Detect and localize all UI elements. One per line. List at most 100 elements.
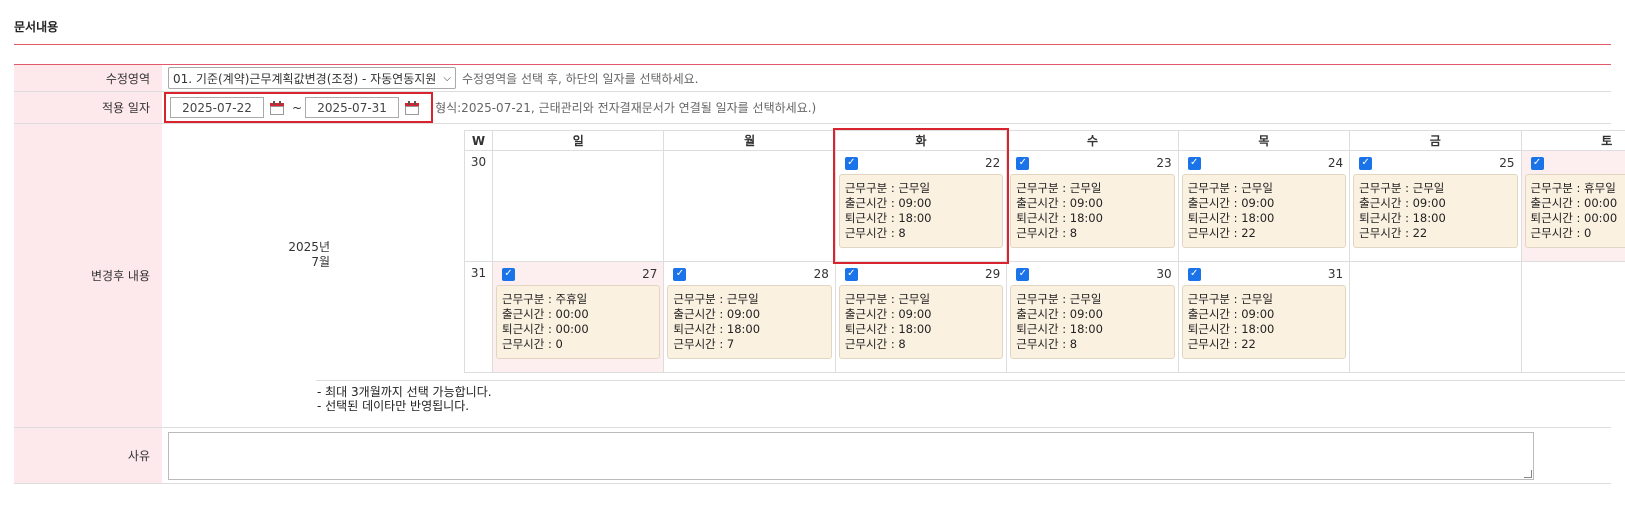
work-hours: 근무시간 : 22 [1359, 226, 1428, 240]
work-type: 근무구분 : 근무일 [673, 292, 759, 306]
mod-area-row: 수정영역 01. 기준(계약)근무계획값변경(조정) - 자동연동지원 ⌵ 수정… [14, 65, 1611, 92]
mod-area-hint: 수정영역을 선택 후, 하단의 일자를 선택하세요. [462, 71, 699, 86]
work-schedule-card: 근무구분 : 주휴일 출근시간 : 00:00 퇴근시간 : 00:00 근무시간 :… [496, 285, 661, 359]
clock-in-time: 출근시간 : 00:00 [502, 307, 589, 321]
work-type: 근무구분 : 휴무일 [1530, 181, 1616, 195]
clock-in-time: 출근시간 : 09:00 [844, 196, 932, 210]
clock-out-time: 퇴근시간 : 00:00 [1530, 211, 1618, 225]
work-hours: 근무시간 : 8 [844, 226, 906, 240]
work-hours: 근무시간 : 22 [1187, 337, 1256, 351]
calendar-day-cell[interactable]: ✓ 28 근무구분 : 근무일 출근시간 : 09:00 퇴근시간 : 18:00 근무시… [663, 261, 836, 373]
work-type: 근무구분 : 근무일 [1187, 292, 1273, 306]
weekday-header: 수 [1006, 130, 1179, 151]
calendar-day-cell[interactable]: ✓ 29 근무구분 : 근무일 출근시간 : 09:00 퇴근시간 : 18:00 근무시… [834, 261, 1008, 373]
work-schedule-card: 근무구분 : 근무일 출근시간 : 09:00 퇴근시간 : 18:00 근무시간 :… [1010, 285, 1175, 359]
weekday-header: 월 [663, 130, 836, 151]
reason-textarea[interactable] [168, 431, 1534, 480]
calendar-day-cell[interactable]: ✓ 24 근무구분 : 근무일 출근시간 : 09:00 퇴근시간 : 18:00 근무시… [1177, 150, 1351, 262]
work-type: 근무구분 : 근무일 [844, 292, 931, 306]
calendar-icon[interactable] [405, 100, 420, 115]
end-date-input[interactable]: 2025-07-31 [305, 97, 400, 118]
work-hours: 근무시간 : 0 [1530, 226, 1592, 240]
calendar-day-cell [663, 150, 836, 262]
day-checkbox[interactable]: ✓ [1359, 156, 1373, 170]
day-checkbox[interactable]: ✓ [1187, 156, 1201, 170]
apply-date-range: 2025-07-22 ~ 2025-07-31 [164, 92, 434, 123]
clock-in-time: 출근시간 : 09:00 [844, 307, 932, 321]
apply-date-row: 적용 일자 2025-07-22 ~ 2025-07-31 형식:2025-07… [14, 92, 1611, 124]
clock-in-time: 출근시간 : 09:00 [1187, 196, 1275, 210]
calendar-day-cell[interactable]: ✓ 23 근무구분 : 근무일 출근시간 : 09:00 퇴근시간 : 18:00 근무시… [1006, 150, 1179, 262]
calendar-day-cell[interactable]: ✓ 27 근무구분 : 주휴일 출근시간 : 00:00 퇴근시간 : 00:00 근무시… [491, 261, 665, 373]
day-number: 23 [1156, 156, 1172, 170]
start-date-input[interactable]: 2025-07-22 [170, 97, 264, 118]
clock-out-time: 퇴근시간 : 00:00 [502, 322, 589, 336]
weekday-header: 목 [1177, 130, 1351, 151]
work-calendar: W일월화수목금토 30 ✓ 22 근무구분 : 근무일 출근시간 : 09:00 퇴근시간… [464, 130, 1625, 373]
notes-divider [316, 380, 1625, 381]
clock-out-time: 퇴근시간 : 18:00 [1187, 211, 1275, 225]
work-type: 근무구분 : 근무일 [844, 181, 931, 195]
work-schedule-card: 근무구분 : 근무일 출근시간 : 09:00 퇴근시간 : 18:00 근무시간 :… [838, 174, 1004, 248]
work-hours: 근무시간 : 8 [1016, 226, 1078, 240]
mod-area-selected-value: 01. 기준(계약)근무계획값변경(조정) - 자동연동지원 [173, 71, 437, 86]
weekday-header: 화 [834, 130, 1008, 151]
document-form: 수정영역 01. 기준(계약)근무계획값변경(조정) - 자동연동지원 ⌵ 수정… [14, 64, 1625, 484]
calendar-day-cell [491, 150, 665, 262]
day-checkbox[interactable]: ✓ [844, 267, 858, 281]
work-hours: 근무시간 : 22 [1187, 226, 1256, 240]
clock-out-time: 퇴근시간 : 18:00 [844, 211, 932, 225]
clock-out-time: 퇴근시간 : 18:00 [844, 322, 932, 336]
day-number: 28 [813, 267, 829, 281]
work-schedule-card: 근무구분 : 근무일 출근시간 : 09:00 퇴근시간 : 18:00 근무시간 :… [1181, 174, 1347, 248]
day-number: 24 [1327, 156, 1344, 170]
day-checkbox[interactable]: ✓ [844, 156, 858, 170]
weekday-header: 토 [1520, 130, 1625, 151]
resize-grip-icon[interactable] [1524, 469, 1532, 478]
work-schedule-card: 근무구분 : 근무일 출근시간 : 09:00 퇴근시간 : 18:00 근무시간 :… [1010, 174, 1175, 248]
calendar-day-cell[interactable]: ✓ 30 근무구분 : 근무일 출근시간 : 09:00 퇴근시간 : 18:00 근무시… [1006, 261, 1179, 373]
work-hours: 근무시간 : 0 [502, 337, 563, 351]
apply-date-label: 적용 일자 [14, 92, 162, 123]
work-type: 근무구분 : 주휴일 [502, 292, 588, 306]
day-checkbox[interactable]: ✓ [673, 267, 687, 281]
calendar-day-cell[interactable]: ✓ 31 근무구분 : 근무일 출근시간 : 09:00 퇴근시간 : 18:00 근무시… [1177, 261, 1351, 373]
calendar-icon[interactable] [270, 100, 284, 115]
month-text: 7월 [311, 255, 330, 269]
work-hours: 근무시간 : 8 [1016, 337, 1078, 351]
work-hours: 근무시간 : 8 [844, 337, 906, 351]
calendar-week-row: 31 ✓ 27 근무구분 : 주휴일 출근시간 : 00:00 퇴근시간 : 00:00 근… [464, 261, 1625, 373]
clock-in-time: 출근시간 : 09:00 [1359, 196, 1446, 210]
month-label: 2025년 7월 [252, 240, 330, 270]
reason-label: 사유 [14, 428, 162, 483]
calendar-day-cell [1520, 261, 1625, 373]
day-checkbox[interactable]: ✓ [1530, 156, 1544, 170]
mod-area-select[interactable]: 01. 기준(계약)근무계획값변경(조정) - 자동연동지원 ⌵ [168, 67, 456, 89]
day-checkbox[interactable]: ✓ [1187, 267, 1201, 281]
calendar-day-cell[interactable]: ✓ 22 근무구분 : 근무일 출근시간 : 09:00 퇴근시간 : 18:00 근무시… [834, 150, 1008, 262]
work-schedule-card: 근무구분 : 근무일 출근시간 : 09:00 퇴근시간 : 18:00 근무시간 :… [1181, 285, 1347, 359]
clock-in-time: 출근시간 : 09:00 [1187, 307, 1275, 321]
clock-in-time: 출근시간 : 09:00 [1016, 196, 1103, 210]
day-checkbox[interactable]: ✓ [1016, 156, 1030, 170]
day-checkbox[interactable]: ✓ [1016, 267, 1030, 281]
day-checkbox[interactable]: ✓ [502, 267, 515, 281]
year-text: 2025년 [288, 240, 330, 254]
work-type: 근무구분 : 근무일 [1016, 292, 1102, 306]
apply-date-hint: 형식:2025-07-21, 근태관리와 전자결재문서가 연결될 일자를 선택하… [435, 101, 817, 115]
clock-in-time: 출근시간 : 09:00 [1016, 307, 1103, 321]
work-schedule-card: 근무구분 : 근무일 출근시간 : 09:00 퇴근시간 : 18:00 근무시간 :… [667, 285, 832, 359]
calendar-notes: - 최대 3개월까지 선택 가능합니다. - 선택된 데이타만 반영됩니다. [317, 385, 492, 413]
work-type: 근무구분 : 근무일 [1187, 181, 1273, 195]
work-schedule-card: 근무구분 : 휴무일 출근시간 : 00:00 퇴근시간 : 00:00 근무시간 :… [1524, 174, 1625, 248]
section-title: 문서내용 [14, 20, 59, 34]
clock-out-time: 퇴근시간 : 18:00 [1016, 322, 1103, 336]
work-hours: 근무시간 : 7 [673, 337, 735, 351]
day-number: 25 [1499, 156, 1515, 170]
calendar-day-cell[interactable]: ✓26근무구분 : 휴무일출근시간 : 00:00퇴근시간 : 00:00근무시… [1520, 150, 1625, 262]
work-type: 근무구분 : 근무일 [1359, 181, 1445, 195]
mod-area-label: 수정영역 [14, 65, 162, 91]
calendar-day-cell[interactable]: ✓ 25 근무구분 : 근무일 출근시간 : 09:00 퇴근시간 : 18:00 근무시… [1349, 150, 1522, 262]
note-item: - 최대 3개월까지 선택 가능합니다. [317, 385, 492, 399]
clock-out-time: 퇴근시간 : 18:00 [1187, 322, 1275, 336]
